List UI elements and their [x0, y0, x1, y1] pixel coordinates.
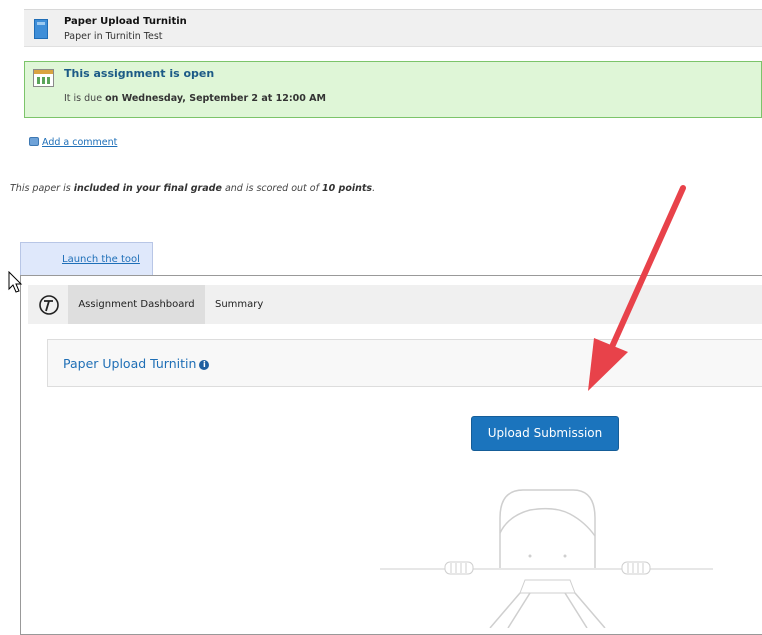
- add-comment-label: Add a comment: [42, 137, 118, 148]
- assignment-subtitle: Paper in Turnitin Test: [64, 31, 163, 42]
- assignment-open-notice: This assignment is open It is due on Wed…: [24, 61, 762, 118]
- comment-icon: [29, 137, 39, 146]
- grade-points: 10 points: [322, 183, 373, 194]
- open-notice-title: This assignment is open: [64, 67, 215, 80]
- tab-assignment-dashboard[interactable]: Assignment Dashboard: [68, 285, 205, 324]
- due-date-text: It is due on Wednesday, September 2 at 1…: [64, 93, 326, 104]
- panel-assignment-title: Paper Upload Turnitin i: [63, 356, 210, 371]
- assignment-header: Paper Upload Turnitin Paper in Turnitin …: [24, 9, 762, 47]
- tab-summary[interactable]: Summary: [215, 285, 275, 324]
- assignment-panel: Paper Upload Turnitin i: [47, 339, 762, 387]
- add-comment-link[interactable]: Add a comment: [29, 137, 117, 148]
- launch-tool-tab[interactable]: Launch the tool: [20, 242, 153, 276]
- grade-info: This paper is included in your final gra…: [10, 183, 375, 194]
- turnitin-nav-bar: Assignment Dashboard Summary: [28, 285, 762, 324]
- info-icon[interactable]: i: [199, 360, 210, 370]
- due-prefix: It is due: [64, 93, 103, 104]
- due-date: on Wednesday, September 2 at 12:00 AM: [105, 93, 326, 104]
- turnitin-logo-icon: [38, 294, 59, 315]
- document-icon: [34, 19, 48, 39]
- calendar-icon: [33, 69, 54, 87]
- panel-title-text: Paper Upload Turnitin: [63, 356, 197, 371]
- grade-text-2: and is scored out of: [224, 183, 319, 194]
- mouse-cursor-icon: [8, 271, 23, 293]
- empty-state-illustration: [380, 489, 713, 628]
- assignment-title: Paper Upload Turnitin: [64, 16, 187, 27]
- grade-period: .: [372, 183, 376, 194]
- grade-text-1: This paper is: [10, 183, 71, 194]
- grade-text-final-grade: included in your final grade: [73, 183, 222, 194]
- upload-submission-button[interactable]: Upload Submission: [471, 416, 619, 451]
